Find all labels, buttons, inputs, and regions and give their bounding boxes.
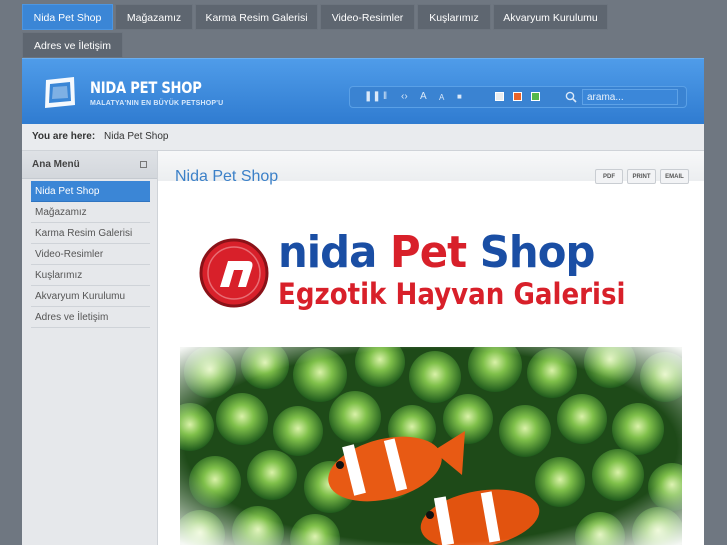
collapse-icon[interactable] — [140, 161, 147, 168]
sidebar-header: Ana Menü — [22, 151, 157, 179]
pause-icon[interactable]: ❚❚ — [364, 91, 381, 103]
nav-tab-magazamiz[interactable]: Mağazamız — [115, 4, 193, 30]
article-title[interactable]: Nida Pet Shop — [175, 168, 278, 186]
sidebar-item-akvaryum-kurulumu[interactable]: Akvaryum Kurulumu — [31, 286, 150, 307]
sidebar-title: Ana Menü — [32, 159, 80, 170]
logo-icon[interactable] — [42, 75, 78, 111]
code-icon[interactable]: ‹› — [401, 91, 408, 103]
breadcrumb-label: You are here: — [32, 131, 96, 142]
breadcrumb-current: Nida Pet Shop — [104, 131, 169, 142]
top-navigation: Nida Pet Shop Mağazamız Karma Resim Gale… — [22, 4, 704, 58]
sidebar-item-adres-ve-iletisim[interactable]: Adres ve İletişim — [31, 307, 150, 328]
sidebar-item-video-resimler[interactable]: Video-Resimler — [31, 244, 150, 265]
search-input[interactable] — [582, 89, 678, 105]
sidebar-item-karma-resim-galerisi[interactable]: Karma Resim Galerisi — [31, 223, 150, 244]
header-toolbar: ❚❚ ‖ ‹› A A ■ — [349, 86, 687, 108]
nav-tab-nida-pet-shop[interactable]: Nida Pet Shop — [22, 4, 113, 30]
site-subtitle: MALATYA'NIN EN BÜYÜK PETSHOP'U — [90, 100, 224, 107]
sidebar: Ana Menü Nida Pet Shop Mağazamız Karma R… — [22, 151, 158, 545]
square-icon[interactable]: ■ — [457, 91, 462, 103]
brand-mark-icon — [199, 238, 269, 308]
main-content: Nida Pet Shop PDF PRINT EMAIL nida Pet S… — [158, 151, 704, 545]
search-icon[interactable] — [564, 90, 578, 104]
banner-word-nida: nida — [278, 227, 377, 278]
print-button[interactable]: PRINT — [627, 169, 656, 184]
page: Nida Pet Shop Mağazamız Karma Resim Gale… — [0, 0, 727, 545]
nav-tab-akvaryum-kurulumu[interactable]: Akvaryum Kurulumu — [493, 4, 608, 30]
sidebar-item-magazamiz[interactable]: Mağazamız — [31, 202, 150, 223]
clownfish-photo — [180, 347, 682, 545]
font-small-icon[interactable]: A — [439, 92, 444, 104]
sidebar-item-kuslarimiz[interactable]: Kuşlarımız — [31, 265, 150, 286]
banner-word-pet: Pet — [390, 227, 467, 278]
font-large-icon[interactable]: A — [420, 91, 427, 103]
brand-banner: nida Pet Shop Egzotik Hayvan Galerisi — [198, 229, 668, 319]
color-swatch-white[interactable] — [495, 92, 504, 101]
banner-line-1: nida Pet Shop — [278, 227, 596, 278]
nav-tab-karma-resim-galerisi[interactable]: Karma Resim Galerisi — [195, 4, 318, 30]
color-swatch-orange[interactable] — [513, 92, 522, 101]
nav-tab-video-resimler[interactable]: Video-Resimler — [320, 4, 415, 30]
nav-tab-adres-ve-iletisim[interactable]: Adres ve İletişim — [22, 32, 123, 58]
columns-icon[interactable]: ‖ — [383, 91, 387, 103]
email-button[interactable]: EMAIL — [660, 169, 689, 184]
banner-line-2: Egzotik Hayvan Galerisi — [278, 277, 626, 311]
site-header: NIDA PET SHOP MALATYA'NIN EN BÜYÜK PETSH… — [22, 58, 704, 125]
color-swatch-green[interactable] — [531, 92, 540, 101]
sidebar-item-nida-pet-shop[interactable]: Nida Pet Shop — [31, 181, 150, 202]
breadcrumb: You are here: Nida Pet Shop — [22, 124, 704, 151]
site-title[interactable]: NIDA PET SHOP — [90, 78, 202, 97]
pdf-button[interactable]: PDF — [595, 169, 623, 184]
banner-word-shop: Shop — [479, 227, 596, 278]
nav-tab-kuslarimiz[interactable]: Kuşlarımız — [417, 4, 491, 30]
